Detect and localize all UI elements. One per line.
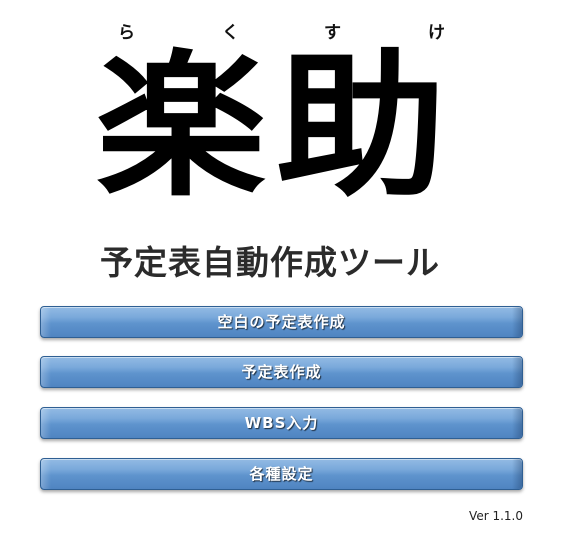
create-schedule-label: 予定表作成 [241,363,322,381]
settings-button[interactable]: 各種設定 [40,458,523,490]
create-blank-schedule-label: 空白の予定表作成 [217,313,346,331]
app-logo: 楽助 [96,36,457,219]
app-subtitle: 予定表自動作成ツール [100,243,440,282]
wbs-input-button[interactable]: WBS入力 [40,407,523,439]
create-schedule-button[interactable]: 予定表作成 [40,356,523,388]
settings-label: 各種設定 [249,465,314,483]
create-blank-schedule-button[interactable]: 空白の予定表作成 [40,306,523,338]
version-label: Ver 1.1.0 [469,509,523,523]
wbs-input-label: WBS入力 [244,414,319,432]
